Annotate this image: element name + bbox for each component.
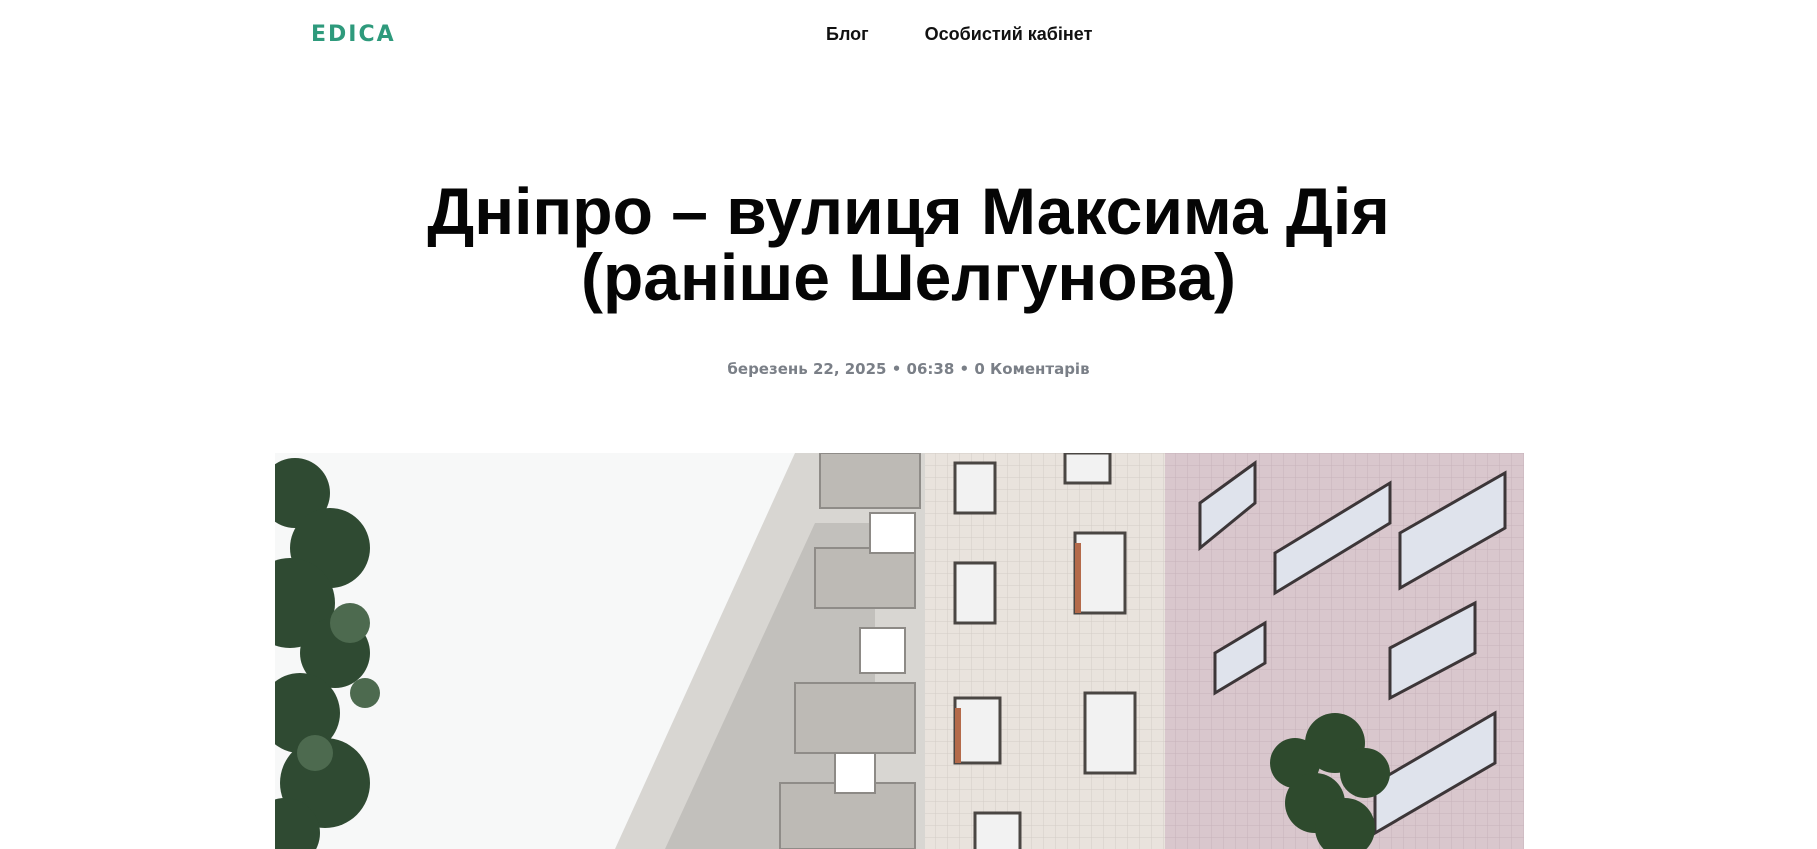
- article-date: березень 22, 2025: [727, 360, 887, 378]
- meta-separator: •: [959, 360, 970, 378]
- nav-item-blog[interactable]: Блог: [826, 24, 869, 45]
- main-nav: Блог Особистий кабінет: [826, 24, 1092, 45]
- apartment-building-photo: [275, 453, 1524, 849]
- article-time: 06:38: [906, 360, 955, 378]
- site-logo[interactable]: EDICA: [311, 22, 396, 47]
- site-header: EDICA Блог Особистий кабінет: [0, 0, 1817, 72]
- hero-image: [275, 453, 1524, 849]
- meta-separator: •: [891, 360, 902, 378]
- comments-link[interactable]: 0 Коментарів: [974, 360, 1089, 378]
- article-title-line-2: (раніше Шелгунова): [581, 240, 1236, 314]
- article-title-line-1: Дніпро – вулиця Максима Дія: [427, 174, 1390, 248]
- article-meta: березень 22, 2025 • 06:38 • 0 Коментарів: [0, 360, 1817, 378]
- nav-item-account[interactable]: Особистий кабінет: [925, 24, 1093, 45]
- article-title: Дніпро – вулиця Максима Дія (раніше Шелг…: [0, 178, 1817, 310]
